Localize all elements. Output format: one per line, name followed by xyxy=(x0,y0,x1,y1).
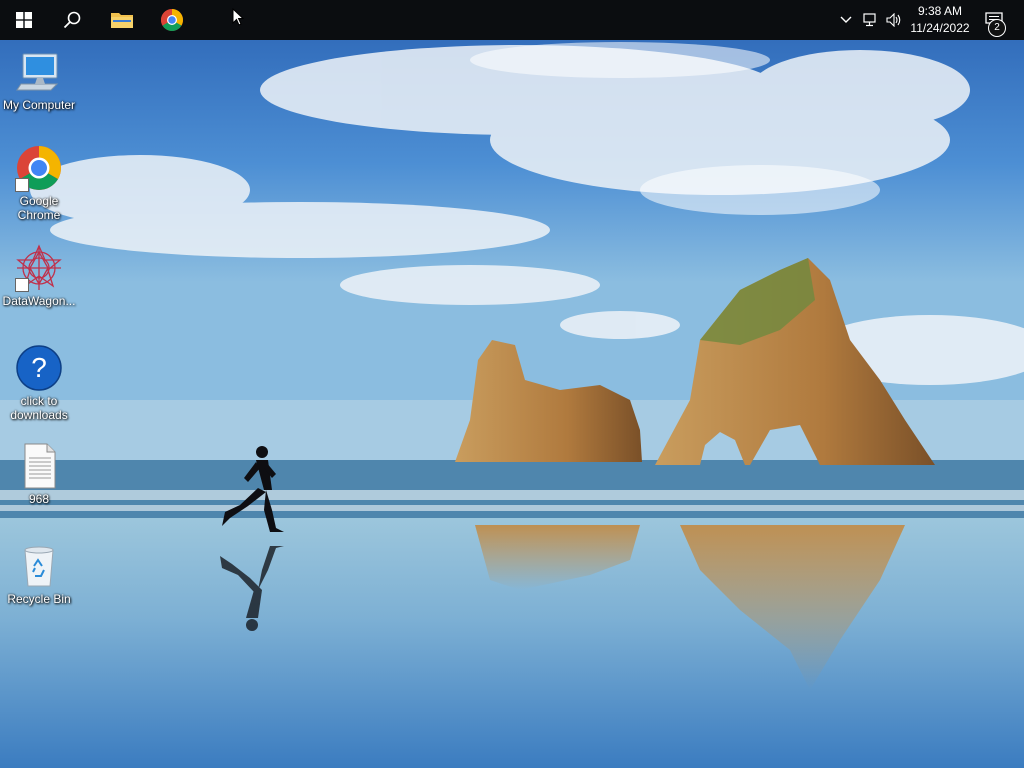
desktop-icon-recycle-bin[interactable]: Recycle Bin xyxy=(0,542,78,606)
desktop-icon-label: 968 xyxy=(28,492,50,506)
desktop-wallpaper xyxy=(0,0,1024,768)
start-button[interactable] xyxy=(0,0,48,40)
document-icon xyxy=(24,443,56,489)
show-hidden-icons-button[interactable] xyxy=(836,0,856,40)
desktop-icon-label: Google Chrome xyxy=(17,194,61,222)
mouse-cursor-icon xyxy=(232,8,244,26)
desktop-icon-label: My Computer xyxy=(2,98,76,112)
computer-icon xyxy=(16,53,59,91)
chevron-up-icon xyxy=(840,16,852,23)
volume-button[interactable] xyxy=(884,0,904,40)
search-icon xyxy=(63,11,81,29)
recycle-bin-icon xyxy=(24,546,54,587)
desktop-icon-click-to-downloads[interactable]: ? click to downloads xyxy=(0,344,78,422)
desktop-icon-label: click to downloads xyxy=(10,394,68,422)
windows-logo-icon xyxy=(16,12,32,28)
desktop-icon-my-computer[interactable]: My Computer xyxy=(0,48,78,112)
taskbar-chrome[interactable] xyxy=(148,0,196,40)
chrome-icon xyxy=(161,9,183,31)
shortcut-arrow-icon xyxy=(15,178,29,192)
desktop-icon-datawagon[interactable]: DataWagon... xyxy=(0,244,78,308)
volume-icon xyxy=(886,13,901,27)
help-icon: ? xyxy=(16,345,62,391)
svg-text:?: ? xyxy=(31,352,47,383)
taskbar: 9:38 AM 11/24/2022 2 xyxy=(0,0,1024,40)
clock-date: 11/24/2022 xyxy=(910,21,970,35)
folder-icon xyxy=(111,13,133,28)
desktop-icon-google-chrome[interactable]: Google Chrome xyxy=(0,144,78,222)
shortcut-arrow-icon xyxy=(15,278,29,292)
taskbar-file-explorer[interactable] xyxy=(98,0,146,40)
clock-time: 9:38 AM xyxy=(917,4,963,18)
taskbar-clock[interactable]: 9:38 AM 11/24/2022 xyxy=(904,3,976,37)
network-icon xyxy=(863,13,876,27)
network-button[interactable] xyxy=(860,0,882,40)
notification-count-badge: 2 xyxy=(988,19,1006,37)
search-button[interactable] xyxy=(48,0,96,40)
desktop-icon-label: DataWagon... xyxy=(2,294,76,308)
desktop-icon-968[interactable]: 968 xyxy=(0,442,78,506)
desktop-icon-label: Recycle Bin xyxy=(7,592,71,606)
